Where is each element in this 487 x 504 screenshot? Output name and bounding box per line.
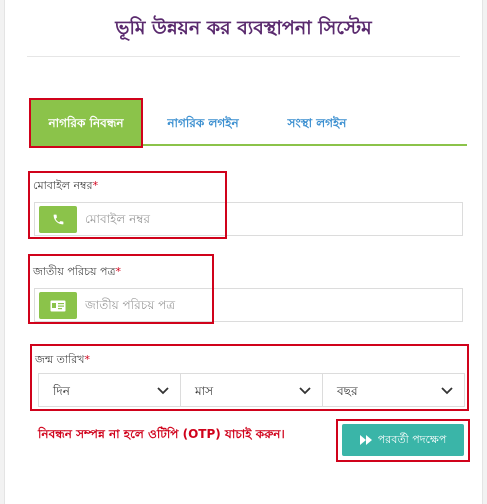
nid-label: জাতীয় পরিচয় পত্র* <box>33 265 122 278</box>
dob-year-select[interactable]: বছর <box>323 373 465 407</box>
mobile-label: মোবাইল নম্বর* <box>33 179 99 192</box>
chevron-down-icon <box>441 387 453 395</box>
id-card-icon <box>39 292 77 319</box>
mobile-input[interactable] <box>85 203 458 235</box>
dob-label: জন্ম তারিখ* <box>35 353 91 366</box>
phone-icon <box>39 206 77 233</box>
tab-bar: নাগরিক নিবন্ধন নাগরিক লগইন সংস্থা লগইন <box>31 100 467 146</box>
dob-day-value: দিন <box>53 384 70 398</box>
nid-input[interactable] <box>85 289 458 321</box>
page-title: ভূমি উন্নয়ন কর ব্যবস্থাপনা সিস্টেম <box>115 17 372 39</box>
mobile-field <box>34 202 463 236</box>
chevron-down-icon <box>299 387 311 395</box>
dob-day-select[interactable]: দিন <box>38 373 181 407</box>
next-step-label: পরবর্তী পদক্ষেপ <box>377 432 447 446</box>
tab-organization-login[interactable]: সংস্থা লগইন <box>261 100 373 146</box>
otp-warning-text: নিবন্ধন সম্পন্ন না হলে ওটিপি (OTP) যাচাই… <box>38 427 285 441</box>
tab-citizen-registration[interactable]: নাগরিক নিবন্ধন <box>31 100 141 146</box>
tab-citizen-login[interactable]: নাগরিক লগইন <box>147 100 259 146</box>
dob-selects: দিন মাস বছর <box>38 373 465 407</box>
dob-year-value: বছর <box>337 384 358 398</box>
fast-forward-icon <box>359 435 372 445</box>
dob-month-value: মাস <box>195 384 214 398</box>
next-step-button[interactable]: পরবর্তী পদক্ষেপ <box>342 424 464 456</box>
title-divider <box>27 56 460 57</box>
chevron-down-icon <box>157 387 169 395</box>
nid-field <box>34 288 463 322</box>
registration-card: ভূমি উন্নয়ন কর ব্যবস্থাপনা সিস্টেম নাগর… <box>4 0 483 504</box>
dob-month-select[interactable]: মাস <box>181 373 323 407</box>
